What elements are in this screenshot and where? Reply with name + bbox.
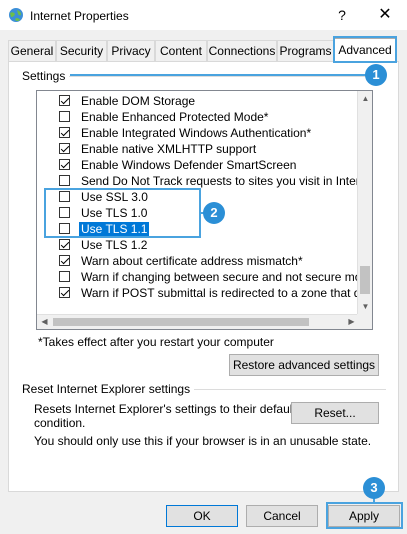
setting-checkbox[interactable]	[59, 287, 70, 298]
setting-label: Enable DOM Storage	[81, 94, 196, 108]
setting-checkbox[interactable]	[59, 127, 70, 138]
scrollbar-corner	[357, 314, 372, 329]
scroll-up-icon[interactable]: ▲	[358, 91, 372, 106]
reset-warning: You should only use this if your browser…	[34, 434, 372, 448]
setting-label: Use SSL 3.0	[81, 190, 148, 204]
ok-button[interactable]: OK	[166, 505, 238, 527]
setting-checkbox[interactable]	[59, 143, 70, 154]
setting-checkbox[interactable]	[59, 223, 70, 234]
vertical-scrollbar[interactable]: ▲ ▼	[357, 91, 372, 314]
close-button[interactable]: ✕	[372, 4, 398, 26]
horizontal-scroll-thumb[interactable]	[53, 318, 309, 326]
cancel-button[interactable]: Cancel	[246, 505, 318, 527]
scroll-down-icon[interactable]: ▼	[358, 299, 372, 314]
setting-checkbox[interactable]	[59, 207, 70, 218]
callout-2-badge: 2	[203, 202, 225, 224]
title-bar: Internet Properties ? ✕	[0, 0, 407, 30]
settings-group-line	[66, 76, 386, 77]
setting-label: Use TLS 1.2	[81, 238, 148, 252]
callout-3-badge: 3	[363, 477, 385, 499]
callout-1-badge: 1	[365, 64, 387, 86]
help-button[interactable]: ?	[332, 4, 352, 26]
reset-description-line1: Resets Internet Explorer's settings to t…	[34, 402, 296, 416]
tab-privacy[interactable]: Privacy	[107, 40, 155, 61]
reset-group-label: Reset Internet Explorer settings	[22, 382, 195, 396]
setting-label: Enable native XMLHTTP support	[81, 142, 257, 156]
restart-note: *Takes effect after you restart your com…	[38, 335, 274, 349]
setting-checkbox[interactable]	[59, 175, 70, 186]
apply-button[interactable]: Apply	[328, 505, 400, 527]
setting-label: Warn if POST submittal is redirected to …	[81, 286, 373, 300]
setting-checkbox[interactable]	[59, 255, 70, 266]
setting-checkbox[interactable]	[59, 239, 70, 250]
tab-connections[interactable]: Connections	[207, 40, 277, 61]
setting-checkbox[interactable]	[59, 191, 70, 202]
horizontal-scrollbar[interactable]: ◀ ▶	[37, 314, 359, 329]
tab-content[interactable]: Content	[155, 40, 207, 61]
setting-checkbox[interactable]	[59, 159, 70, 170]
tab-advanced[interactable]: Advanced	[334, 38, 396, 63]
tab-general[interactable]: General	[8, 40, 56, 61]
setting-label: Use TLS 1.0	[81, 206, 148, 220]
setting-label: Enable Windows Defender SmartScreen	[81, 158, 297, 172]
window-title: Internet Properties	[30, 9, 129, 23]
reset-description-line2: condition.	[34, 416, 86, 430]
internet-globe-icon	[9, 8, 23, 22]
settings-group-label: Settings	[22, 69, 70, 83]
tab-security[interactable]: Security	[56, 40, 107, 61]
setting-checkbox[interactable]	[59, 271, 70, 282]
scroll-left-icon[interactable]: ◀	[37, 315, 52, 329]
setting-checkbox[interactable]	[59, 95, 70, 106]
setting-label: Enable Enhanced Protected Mode*	[81, 110, 269, 124]
setting-label: Enable Integrated Windows Authentication…	[81, 126, 312, 140]
tab-programs[interactable]: Programs	[277, 40, 334, 61]
restore-advanced-settings-button[interactable]: Restore advanced settings	[229, 354, 379, 376]
setting-label: Warn about certificate address mismatch*	[81, 254, 303, 268]
setting-label: Use TLS 1.1	[79, 222, 150, 236]
reset-group-line	[184, 389, 386, 390]
callout-1-connector	[70, 74, 366, 76]
vertical-scroll-thumb[interactable]	[360, 266, 370, 294]
setting-label: Send Do Not Track requests to sites you …	[81, 174, 373, 188]
setting-label: Warn if changing between secure and not …	[81, 270, 373, 284]
setting-checkbox[interactable]	[59, 111, 70, 122]
reset-button[interactable]: Reset...	[291, 402, 379, 424]
